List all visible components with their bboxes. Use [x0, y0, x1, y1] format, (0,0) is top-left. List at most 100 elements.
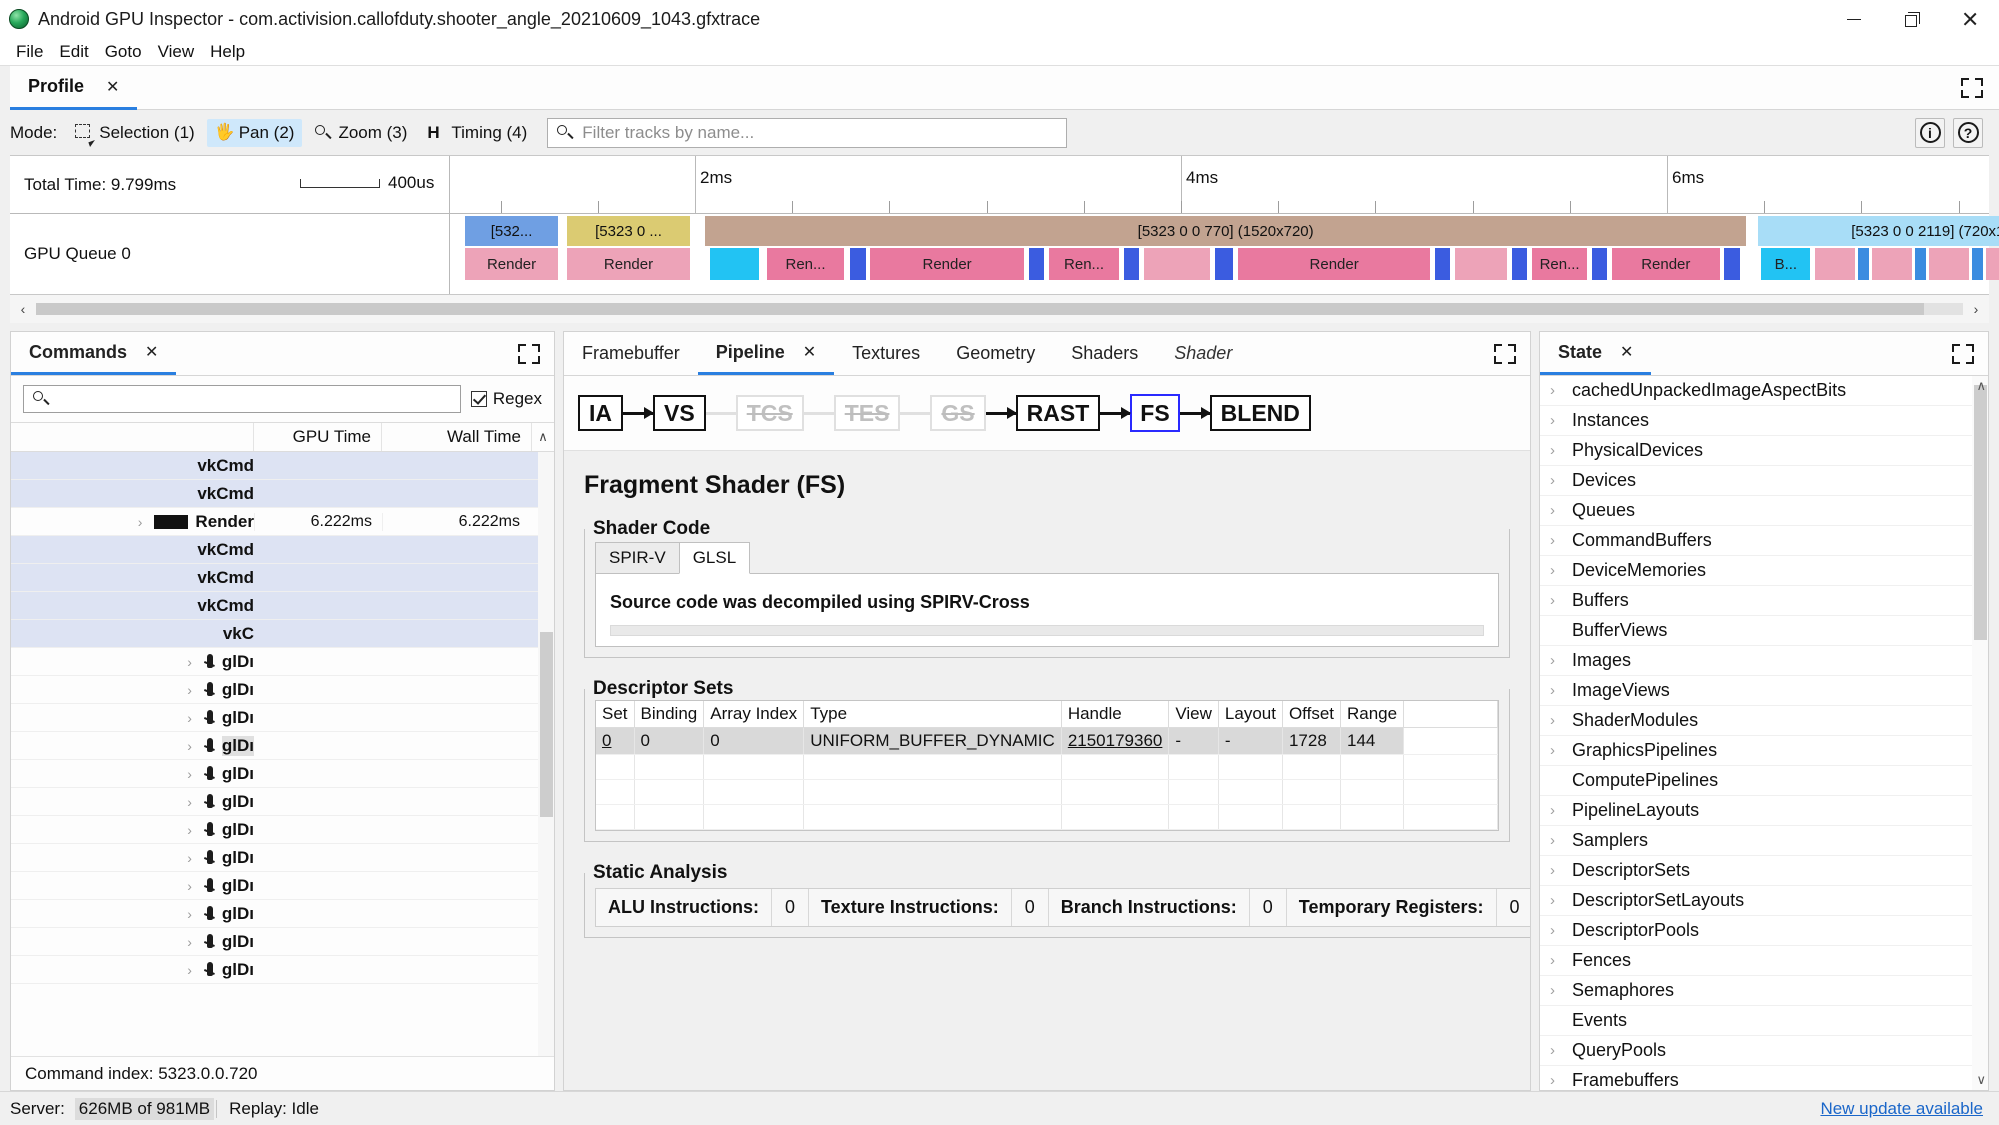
commands-vscroll-thumb[interactable]: [540, 632, 553, 817]
mode-selection-button[interactable]: Selection (1): [67, 119, 202, 147]
table-row[interactable]: › glDı: [11, 676, 554, 704]
menu-goto[interactable]: Goto: [97, 40, 150, 64]
column-header-range[interactable]: Range: [1340, 701, 1405, 729]
pipeline-stage-fs[interactable]: FS: [1130, 394, 1180, 433]
chevron-right-icon[interactable]: ›: [1550, 832, 1572, 849]
timeline-render-bar[interactable]: [1434, 248, 1451, 280]
track-filter[interactable]: [547, 117, 1068, 148]
timeline-render-bar[interactable]: Render: [1237, 248, 1431, 280]
commands-vscrollbar[interactable]: [538, 452, 554, 1056]
state-tree[interactable]: › cachedUnpackedImageAspectBits › Instances…: [1540, 376, 1988, 1090]
chevron-right-icon[interactable]: ›: [187, 682, 192, 698]
state-tree-item[interactable]: › CommandBuffers: [1540, 526, 1988, 556]
column-header-set[interactable]: Set: [596, 701, 635, 729]
chevron-right-icon[interactable]: ›: [1550, 532, 1572, 549]
state-tree-item[interactable]: › DescriptorSets: [1540, 856, 1988, 886]
tab-geometry[interactable]: Geometry: [938, 332, 1053, 375]
timeline-render-bar[interactable]: [1815, 248, 1856, 280]
state-tree-item[interactable]: › Devices: [1540, 466, 1988, 496]
timeline-group-bar[interactable]: [5323 0 ...: [566, 216, 691, 246]
table-row[interactable]: › glDı: [11, 928, 554, 956]
pipeline-stage-gs[interactable]: GS: [930, 395, 986, 432]
table-row[interactable]: › glDı: [11, 816, 554, 844]
track-filter-input[interactable]: [580, 121, 1059, 144]
state-scroll-down-icon[interactable]: ∨: [1976, 1072, 1986, 1088]
state-tree-item[interactable]: › Framebuffers: [1540, 1066, 1988, 1090]
state-tree-item[interactable]: › DeviceMemories: [1540, 556, 1988, 586]
chevron-right-icon[interactable]: ›: [1550, 412, 1572, 429]
timeline-render-bar[interactable]: [1144, 248, 1211, 280]
maximize-pipeline-button[interactable]: [1480, 332, 1530, 375]
tab-state-close-icon[interactable]: ✕: [1620, 342, 1633, 362]
maximize-button[interactable]: [1883, 0, 1941, 38]
maximize-profile-icon[interactable]: [1961, 77, 1983, 98]
timeline-render-bar[interactable]: Render: [1611, 248, 1720, 280]
state-tree-item[interactable]: › PhysicalDevices: [1540, 436, 1988, 466]
commands-rows[interactable]: vkCmd vkCmd › Render 6.222ms 6.222ms vkCmd vkCm…: [11, 452, 554, 1056]
chevron-right-icon[interactable]: ›: [187, 878, 192, 894]
chevron-right-icon[interactable]: ›: [1550, 892, 1572, 909]
timeline-render-bar[interactable]: [710, 248, 760, 280]
chevron-right-icon[interactable]: ›: [187, 766, 192, 782]
timeline-render-bar[interactable]: [1972, 248, 1983, 280]
table-row[interactable]: vkCmd: [11, 592, 554, 620]
timeline-render-bar[interactable]: [1928, 248, 1969, 280]
timeline-render-bar[interactable]: [1454, 248, 1508, 280]
table-row[interactable]: › glDı: [11, 900, 554, 928]
table-row[interactable]: vkCmd: [11, 536, 554, 564]
pipeline-stage-tes[interactable]: TES: [833, 395, 901, 432]
timeline-render-bar[interactable]: [1591, 248, 1608, 280]
state-vscrollbar[interactable]: ∧ ∨: [1972, 376, 1988, 1090]
tab-close-icon[interactable]: ✕: [803, 342, 816, 362]
shader-code-hscrollbar[interactable]: [610, 625, 1484, 637]
state-tree-item[interactable]: › ShaderModules: [1540, 706, 1988, 736]
col-header-name[interactable]: [11, 423, 254, 451]
chevron-right-icon[interactable]: ›: [1550, 382, 1572, 399]
tab-textures[interactable]: Textures: [834, 332, 938, 375]
timeline-render-bar[interactable]: Render: [870, 248, 1025, 280]
state-tree-item[interactable]: › Semaphores: [1540, 976, 1988, 1006]
column-header-array-index[interactable]: Array Index: [703, 701, 805, 729]
timeline-render-bar[interactable]: [1028, 248, 1045, 280]
timeline-render-bar[interactable]: [1872, 248, 1913, 280]
scroll-left-icon[interactable]: ‹: [10, 301, 36, 317]
chevron-right-icon[interactable]: ›: [138, 514, 143, 530]
pipeline-stage-vs[interactable]: VS: [653, 395, 706, 432]
col-header-gpu-time[interactable]: GPU Time: [254, 423, 382, 451]
hscroll-track[interactable]: [36, 303, 1963, 315]
scroll-right-icon[interactable]: ›: [1963, 301, 1989, 317]
chevron-right-icon[interactable]: ›: [1550, 862, 1572, 879]
chevron-right-icon[interactable]: ›: [187, 710, 192, 726]
state-tree-item[interactable]: › DescriptorPools: [1540, 916, 1988, 946]
table-row[interactable]: vkCmd: [11, 564, 554, 592]
mode-pan-button[interactable]: 🖐 Pan (2): [206, 118, 303, 147]
chevron-right-icon[interactable]: ›: [187, 794, 192, 810]
minimize-button[interactable]: [1825, 0, 1883, 38]
commands-search-input[interactable]: [56, 389, 452, 409]
state-maximize-button[interactable]: [1938, 332, 1988, 375]
timeline-render-bar[interactable]: Ren...: [1531, 248, 1588, 280]
state-tree-item[interactable]: › Images: [1540, 646, 1988, 676]
table-row[interactable]: › glDı: [11, 956, 554, 984]
state-tree-item[interactable]: › ImageViews: [1540, 676, 1988, 706]
column-header-view[interactable]: View: [1168, 701, 1219, 729]
table-row[interactable]: › glDı: [11, 760, 554, 788]
tab-spirv[interactable]: SPIR-V: [595, 542, 680, 574]
state-tree-item[interactable]: › Instances: [1540, 406, 1988, 436]
pipeline-stage-rast[interactable]: RAST: [1015, 395, 1101, 432]
column-header-type[interactable]: Type: [803, 701, 1062, 729]
timeline-group-bar[interactable]: [532...: [465, 216, 558, 246]
timeline-render-bar[interactable]: [1511, 248, 1528, 280]
chevron-right-icon[interactable]: ›: [1550, 592, 1572, 609]
menu-file[interactable]: File: [8, 40, 51, 64]
chevron-right-icon[interactable]: ›: [187, 822, 192, 838]
pipeline-stage-blend[interactable]: BLEND: [1209, 395, 1311, 432]
commands-search[interactable]: [23, 385, 461, 413]
timeline-render-bar[interactable]: [1858, 248, 1869, 280]
chevron-right-icon[interactable]: ›: [1550, 922, 1572, 939]
column-header-offset[interactable]: Offset: [1282, 701, 1342, 729]
menu-edit[interactable]: Edit: [51, 40, 96, 64]
chevron-right-icon[interactable]: ›: [1550, 562, 1572, 579]
table-row[interactable]: vkCmd: [11, 452, 554, 480]
close-button[interactable]: [1941, 0, 1999, 38]
